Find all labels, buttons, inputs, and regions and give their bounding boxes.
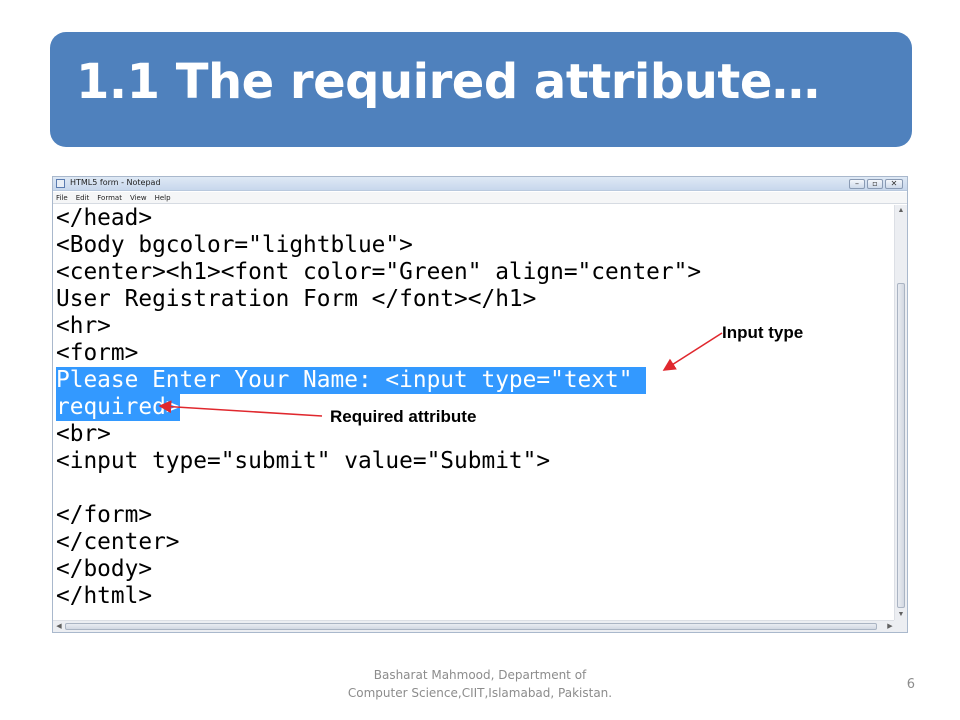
horizontal-scrollbar[interactable]: ◀ ▶: [53, 620, 896, 632]
slide-title: 1.1 The required attribute…: [76, 54, 820, 110]
code-line: <center><h1><font color="Green" align="c…: [56, 259, 702, 285]
menu-file[interactable]: File: [56, 194, 68, 202]
notepad-app-icon: [56, 179, 65, 188]
vertical-scrollbar[interactable]: ▲ ▼: [894, 205, 907, 621]
code-line-selected: required>: [56, 394, 180, 421]
code-line: </body>: [56, 556, 153, 582]
annotation-input-type: Input type: [722, 323, 804, 342]
slide-title-bar: 1.1 The required attribute…: [50, 32, 912, 147]
vertical-scroll-thumb[interactable]: [897, 283, 905, 608]
footer-line: Basharat Mahmood, Department of: [373, 668, 587, 682]
code-line: <br>: [56, 421, 111, 447]
code-line: </head>: [56, 205, 153, 231]
code-line: </html>: [56, 583, 153, 609]
code-line: <Body bgcolor="lightblue">: [56, 232, 413, 258]
notepad-menubar: File Edit Format View Help: [53, 192, 907, 204]
code-line: User Registration Form </font></h1>: [56, 286, 537, 312]
menu-format[interactable]: Format: [97, 194, 122, 202]
menu-view[interactable]: View: [130, 194, 147, 202]
horizontal-scroll-thumb[interactable]: [65, 623, 877, 630]
close-icon[interactable]: ✕: [885, 179, 903, 189]
menu-help[interactable]: Help: [155, 194, 171, 202]
code-line-selected: Please Enter Your Name: <input type="tex…: [56, 367, 647, 394]
scroll-left-arrow-icon[interactable]: ◀: [53, 621, 65, 632]
code-line: </form>: [56, 502, 153, 528]
scroll-up-arrow-icon[interactable]: ▲: [895, 205, 907, 217]
annotation-required-attribute: Required attribute: [330, 407, 477, 426]
code-line: <input type="submit" value="Submit">: [56, 448, 551, 474]
code-line: <form>: [56, 340, 139, 366]
notepad-titlebar[interactable]: HTML5 form - Notepad – ▫ ✕: [53, 177, 907, 191]
footer-line: Computer Science,CIIT,Islamabad, Pakista…: [347, 686, 613, 700]
slide-footer: Basharat Mahmood, Department of Computer…: [300, 666, 660, 702]
minimize-icon[interactable]: –: [849, 179, 865, 189]
maximize-icon[interactable]: ▫: [867, 179, 883, 189]
notepad-window-title: HTML5 form - Notepad: [70, 178, 161, 187]
code-line: <hr>: [56, 313, 111, 339]
menu-edit[interactable]: Edit: [76, 194, 90, 202]
code-line: </center>: [56, 529, 180, 555]
notepad-window[interactable]: HTML5 form - Notepad – ▫ ✕ File Edit For…: [52, 176, 908, 633]
slide-number: 6: [906, 677, 915, 692]
size-grip[interactable]: [894, 620, 907, 632]
